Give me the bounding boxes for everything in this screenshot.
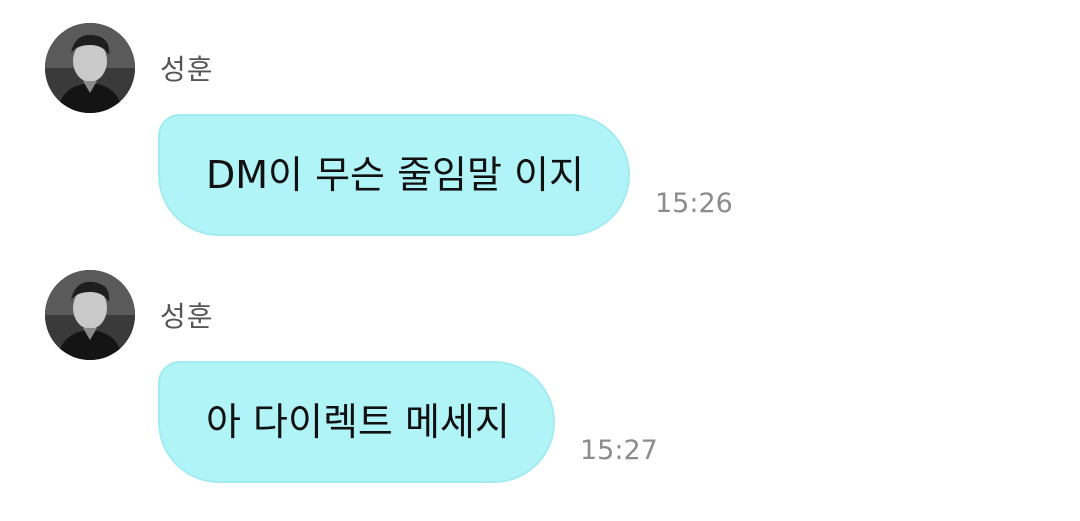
sender-avatar[interactable]: [45, 23, 135, 113]
message-timestamp: 15:26: [655, 188, 733, 219]
sender-name: 성훈: [160, 53, 214, 86]
profile-photo-icon: [45, 23, 135, 113]
message-bubble[interactable]: DM이 무슨 줄임말 이지: [158, 114, 630, 236]
profile-photo-icon: [45, 270, 135, 360]
sender-name: 성훈: [160, 300, 214, 333]
message-timestamp: 15:27: [580, 435, 658, 466]
message-text: 아 다이렉트 메세지: [206, 400, 510, 444]
chat-transcript: 성훈 DM이 무슨 줄임말 이지 15:26 성훈 아 다이렉트 메세지 15:…: [0, 0, 1080, 521]
message-text: DM이 무슨 줄임말 이지: [206, 153, 584, 197]
sender-avatar[interactable]: [45, 270, 135, 360]
message-bubble[interactable]: 아 다이렉트 메세지: [158, 361, 555, 483]
